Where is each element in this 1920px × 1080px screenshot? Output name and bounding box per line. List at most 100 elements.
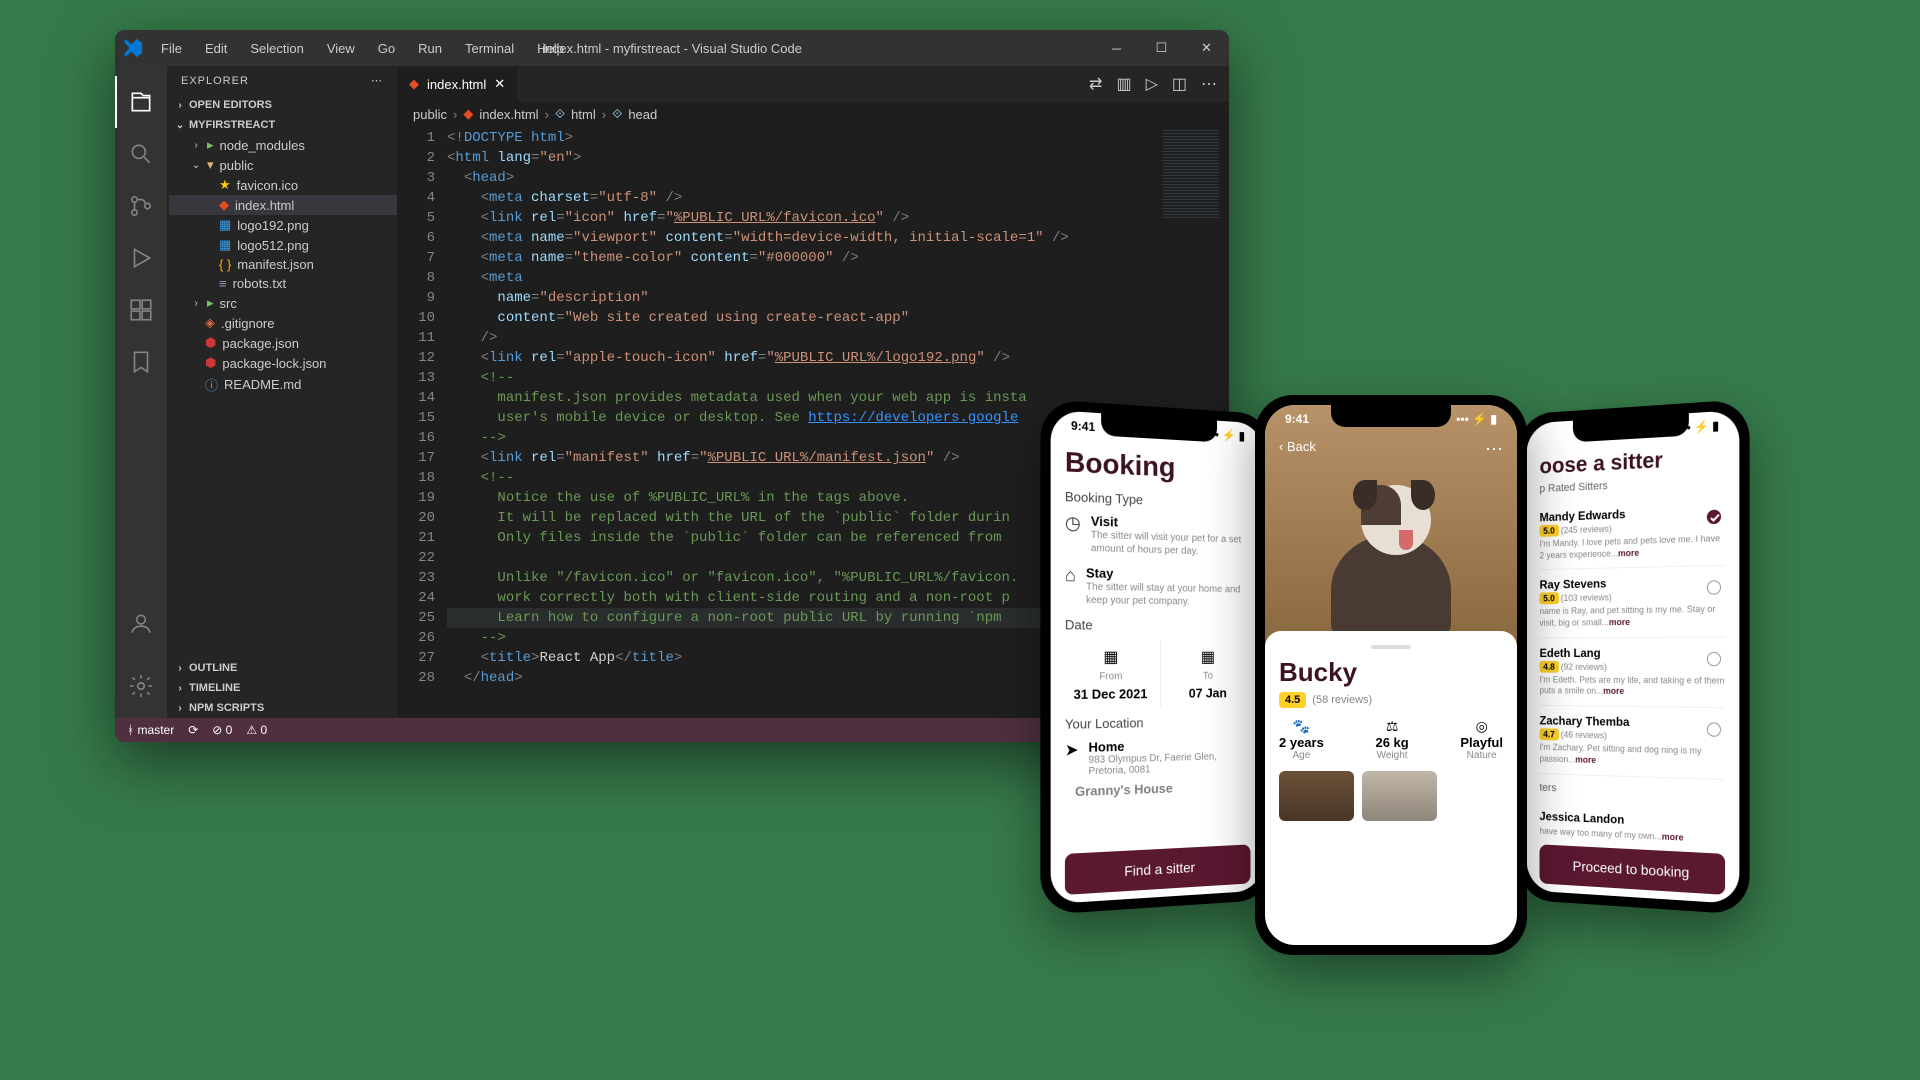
review-count: (58 reviews) [1312,694,1372,706]
menu-selection[interactable]: Selection [240,37,313,60]
split-down-icon[interactable]: ▥ [1116,74,1131,94]
search-icon[interactable] [115,128,167,180]
gutter: 1234567891011121314151617181920212223242… [397,126,447,718]
settings-icon[interactable] [115,660,167,712]
filters-label: ters [1540,781,1726,800]
location-label: Your Location [1065,714,1251,732]
explorer-title: EXPLORER [181,75,249,87]
tree-favicon[interactable]: ★favicon.ico [169,175,397,195]
breadcrumbs[interactable]: public› ◆index.html› ⟐html› ⟐head [397,102,1229,126]
tree-node-modules[interactable]: ›▸node_modules [169,135,397,155]
window-title: index.html - myfirstreact - Visual Studi… [542,41,802,56]
menu-edit[interactable]: Edit [195,37,237,60]
compare-icon[interactable]: ⇄ [1089,74,1102,94]
outline-section[interactable]: ›OUTLINE [167,658,397,678]
sitter-row[interactable]: Ray Stevens5.0 (103 reviews)name is Ray,… [1540,566,1726,638]
pet-gallery[interactable] [1279,771,1503,821]
tree-logo192[interactable]: ▦logo192.png [169,215,397,235]
location-granny[interactable]: Granny's House [1075,781,1173,800]
tab-close-icon[interactable]: ✕ [494,76,505,92]
rating-badge: 4.5 [1279,692,1306,708]
tree-public[interactable]: ⌄▾public [169,155,397,175]
proceed-booking-button[interactable]: Proceed to booking [1540,844,1726,895]
radio-icon[interactable] [1707,652,1721,666]
date-to[interactable]: ▦To07 Jan [1160,641,1255,707]
stat-nature: ◎PlayfulNature [1460,718,1503,761]
sitter-row[interactable]: Edeth Lang4.8 (92 reviews)I'm Edeth. Pet… [1540,637,1726,708]
editor-more-icon[interactable]: ⋯ [1201,74,1217,94]
window-controls: ─ ☐ ✕ [1094,30,1229,66]
paw-icon: 🐾 [1279,718,1324,735]
extensions-icon[interactable] [115,284,167,336]
location-icon: ➤ [1065,740,1079,761]
vscode-logo [115,39,151,57]
gallery-image[interactable] [1279,771,1354,821]
source-control-icon[interactable] [115,180,167,232]
tab-indexhtml[interactable]: ◆ index.html ✕ [397,66,518,102]
radio-icon[interactable] [1707,722,1721,737]
tree-indexhtml[interactable]: ◆index.html [169,195,397,215]
clock-icon: ◷ [1065,512,1081,554]
tree-gitignore[interactable]: ◈.gitignore [169,313,397,333]
sitter-row[interactable]: Mandy Edwards5.0 (245 reviews)I'm Mandy.… [1540,495,1726,571]
location-home[interactable]: ➤ Home983 Olympus Dr, Faerie Glen, Preto… [1065,736,1251,778]
tab-label: index.html [427,77,486,92]
sidebar-more-icon[interactable]: ⋯ [371,74,383,87]
sync-icon[interactable]: ⟳ [188,723,198,737]
stat-age: 🐾2 yearsAge [1279,718,1324,761]
tree-robots[interactable]: ≡robots.txt [169,274,397,293]
menu-view[interactable]: View [317,37,365,60]
tree-packagejson[interactable]: ⬢package.json [169,333,397,353]
calendar-icon: ▦ [1067,647,1154,667]
tree-logo512[interactable]: ▦logo512.png [169,235,397,255]
weight-icon: ⚖ [1375,718,1408,735]
run-icon[interactable]: ▷ [1146,74,1158,94]
run-debug-icon[interactable] [115,232,167,284]
booking-type-label: Booking Type [1065,489,1251,512]
tree-packagelock[interactable]: ⬢package-lock.json [169,353,397,373]
errors-indicator[interactable]: ⊘ 0 [212,723,232,737]
tree-readme[interactable]: ⓘREADME.md [169,373,397,396]
choose-sitter-title: oose a sitter [1540,444,1726,480]
open-editors-section[interactable]: ›OPEN EDITORS [167,95,397,115]
more-icon[interactable]: ⋯ [1485,439,1503,460]
phone-time: 9:41 [1285,412,1309,426]
tree-src[interactable]: ›▸src [169,293,397,313]
gallery-image[interactable] [1362,771,1437,821]
timeline-section[interactable]: ›TIMELINE [167,678,397,698]
menu-go[interactable]: Go [368,37,405,60]
split-icon[interactable]: ◫ [1172,74,1187,94]
minimize-button[interactable]: ─ [1094,30,1139,66]
project-section[interactable]: ⌄MYFIRSTREACT [167,115,397,135]
tree-manifest[interactable]: { }manifest.json [169,255,397,274]
phone-status-icons: ••• ⚡ ▮ [1456,412,1497,426]
branch-indicator[interactable]: ᚼ master [127,723,174,737]
booking-title: Booking [1065,446,1251,487]
find-sitter-button[interactable]: Find a sitter [1065,844,1251,895]
account-icon[interactable] [115,598,167,650]
menu-run[interactable]: Run [408,37,452,60]
pet-photo [1311,465,1471,645]
target-icon: ◎ [1460,718,1503,735]
phone-booking: 9:41••• ⚡ ▮ Booking Booking Type ◷ Visit… [1040,399,1272,915]
npm-scripts-section[interactable]: ›NPM SCRIPTS [167,698,397,718]
back-button[interactable]: ‹ Back [1279,439,1316,454]
home-icon: ⌂ [1065,565,1076,607]
sitter-row[interactable]: Zachary Themba4.7 (46 reviews)I'm Zachar… [1540,706,1726,780]
maximize-button[interactable]: ☐ [1139,30,1184,66]
menu-terminal[interactable]: Terminal [455,37,524,60]
close-button[interactable]: ✕ [1184,30,1229,66]
sidebar: EXPLORER ⋯ ›OPEN EDITORS ⌄MYFIRSTREACT ›… [167,66,397,718]
pet-name: Bucky [1279,657,1503,688]
sitter-jessica[interactable]: Jessica Landon have way too many of my o… [1540,801,1726,846]
option-stay[interactable]: ⌂ StayThe sitter will stay at your home … [1065,565,1251,609]
explorer-icon[interactable] [115,76,167,128]
bookmark-icon[interactable] [115,336,167,388]
warnings-indicator[interactable]: ⚠ 0 [246,723,267,737]
activity-bar [115,66,167,718]
menubar: File Edit Selection View Go Run Terminal… [151,37,574,60]
menu-file[interactable]: File [151,37,192,60]
option-visit[interactable]: ◷ VisitThe sitter will visit your pet fo… [1065,512,1251,559]
radio-icon[interactable] [1707,509,1721,524]
date-from[interactable]: ▦From31 Dec 2021 [1061,641,1160,709]
